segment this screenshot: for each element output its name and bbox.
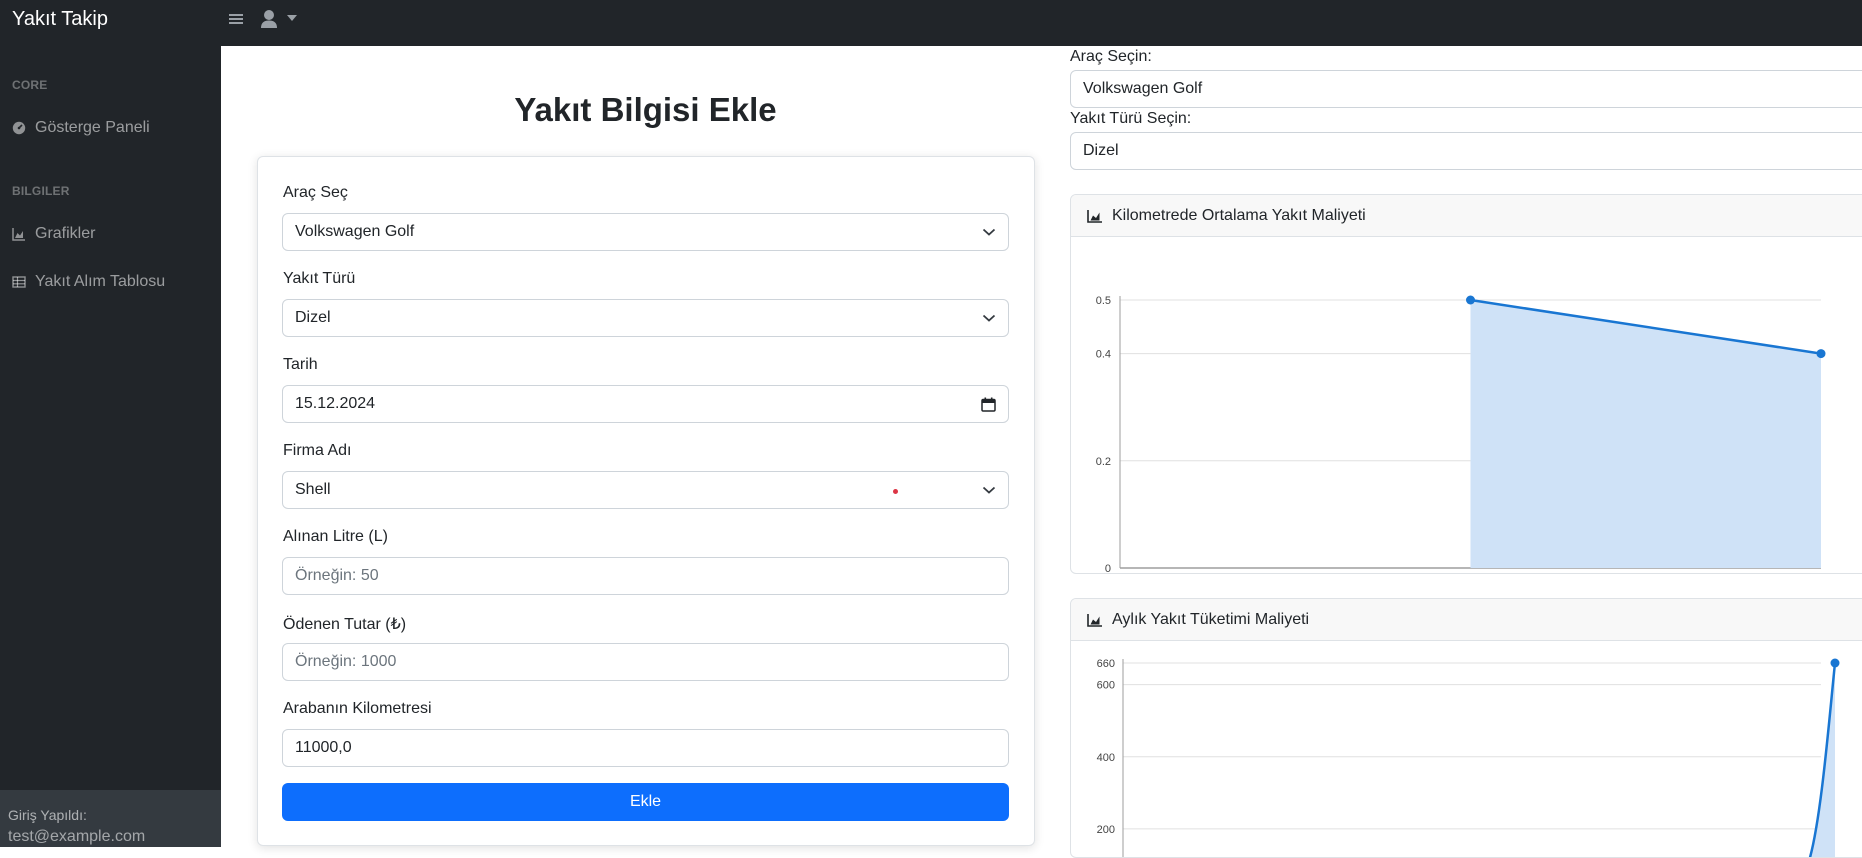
chart-card-km-cost: Kilometrede Ortalama Yakıt Maliyeti 0 0.2… bbox=[1070, 194, 1862, 574]
data-point bbox=[1816, 349, 1826, 359]
sidebar-heading-core: CORE bbox=[12, 78, 48, 92]
monthly-cost-chart: 200 400 600 660 bbox=[1097, 658, 1840, 857]
filter-fuel-type-select[interactable]: Dizel bbox=[1070, 132, 1862, 170]
submit-button[interactable]: Ekle bbox=[282, 783, 1009, 821]
sidebar-item-label: Gösterge Paneli bbox=[35, 119, 150, 136]
bars-icon[interactable] bbox=[228, 11, 244, 27]
amount-input-placeholder: Örneğin: 1000 bbox=[295, 653, 397, 670]
mileage-input-value: 11000,0 bbox=[295, 739, 352, 756]
sidebar-item-dashboard[interactable]: Gösterge Paneli bbox=[12, 116, 150, 140]
logged-in-label: Giriş Yapıldı: bbox=[8, 807, 87, 823]
company-label: Firma Adı bbox=[283, 442, 352, 459]
chart-card-monthly-cost: Aylık Yakıt Tüketimi Maliyeti 200 400 600 6… bbox=[1070, 598, 1862, 858]
y-tick-label: 0.2 bbox=[1096, 456, 1111, 468]
logged-in-user: test@example.com bbox=[8, 828, 146, 845]
company-select-value: Shell bbox=[295, 481, 331, 498]
filter-fuel-type-label: Yakıt Türü Seçin: bbox=[1070, 110, 1192, 127]
chart-header: Aylık Yakıt Tüketimi Maliyeti bbox=[1071, 599, 1862, 641]
top-navbar: Yakıt Takip bbox=[0, 0, 1862, 46]
vehicle-label: Araç Seç bbox=[283, 184, 348, 201]
brand-title[interactable]: Yakıt Takip bbox=[12, 8, 108, 31]
y-tick-label: 400 bbox=[1097, 752, 1115, 764]
mileage-input[interactable]: 11000,0 bbox=[282, 729, 1009, 767]
calendar-icon[interactable] bbox=[981, 397, 996, 412]
caret-down-icon[interactable] bbox=[287, 15, 297, 21]
date-label: Tarih bbox=[283, 356, 318, 373]
fuel-type-label: Yakıt Türü bbox=[283, 270, 356, 287]
sidebar-footer: Giriş Yapıldı: test@example.com bbox=[0, 790, 221, 847]
filter-vehicle-label: Araç Seçin: bbox=[1070, 48, 1152, 65]
vehicle-select-value: Volkswagen Golf bbox=[295, 223, 415, 240]
tachometer-icon bbox=[12, 121, 26, 135]
fuel-type-select[interactable]: Dizel bbox=[282, 299, 1009, 337]
y-tick-label: 200 bbox=[1097, 824, 1115, 836]
company-select[interactable]: Shell bbox=[282, 471, 1009, 509]
chevron-down-icon bbox=[982, 228, 996, 236]
date-input[interactable]: 15.12.2024 bbox=[282, 385, 1009, 423]
chart-title: Aylık Yakıt Tüketimi Maliyeti bbox=[1112, 610, 1310, 628]
y-tick-label: 0.5 bbox=[1096, 295, 1111, 307]
area-chart-icon bbox=[12, 228, 25, 241]
y-tick-label: 660 bbox=[1097, 658, 1115, 670]
chevron-down-icon bbox=[982, 486, 996, 494]
sidebar-item-label: Grafikler bbox=[35, 225, 96, 242]
data-point bbox=[1466, 295, 1475, 305]
sidebar-item-charts[interactable]: Grafikler bbox=[12, 222, 95, 246]
amount-label: Ödenen Tutar (₺) bbox=[283, 616, 407, 633]
sidebar-heading-bilgiler: BILGILER bbox=[12, 184, 70, 198]
fuel-type-select-value: Dizel bbox=[295, 309, 331, 326]
y-tick-label: 600 bbox=[1097, 680, 1115, 692]
sidebar-item-fuel-table[interactable]: Yakıt Alım Tablosu bbox=[12, 270, 165, 294]
area-fill bbox=[1470, 300, 1821, 568]
liters-label: Alınan Litre (L) bbox=[283, 528, 388, 545]
area-chart-icon bbox=[1087, 613, 1102, 627]
chart-header: Kilometrede Ortalama Yakıt Maliyeti bbox=[1071, 195, 1862, 237]
amount-input[interactable]: Örneğin: 1000 bbox=[282, 643, 1009, 681]
data-point bbox=[1830, 658, 1840, 668]
chart-title: Kilometrede Ortalama Yakıt Maliyeti bbox=[1112, 206, 1366, 224]
filter-fuel-type-value: Dizel bbox=[1083, 142, 1119, 159]
chevron-down-icon bbox=[982, 314, 996, 322]
area-chart-icon bbox=[1087, 209, 1102, 223]
filter-vehicle-value: Volkswagen Golf bbox=[1083, 80, 1203, 97]
y-tick-label: 0 bbox=[1105, 563, 1111, 574]
liters-input-placeholder: Örneğin: 50 bbox=[295, 567, 379, 584]
required-indicator bbox=[893, 489, 898, 494]
sidebar: CORE Gösterge Paneli BILGILER Grafikler … bbox=[0, 46, 221, 847]
vehicle-select[interactable]: Volkswagen Golf bbox=[282, 213, 1009, 251]
km-cost-chart: 00.20.40.52024-12-012024-12-082024-12-15 bbox=[1096, 295, 1826, 574]
page-title: Yakıt Bilgisi Ekle bbox=[514, 91, 777, 128]
filter-vehicle-select[interactable]: Volkswagen Golf bbox=[1070, 70, 1862, 108]
user-icon[interactable] bbox=[260, 9, 278, 29]
mileage-label: Arabanın Kilometresi bbox=[283, 700, 432, 717]
table-icon bbox=[12, 276, 26, 288]
fuel-form-card: Araç Seç Volkswagen Golf Yakıt Türü Dize… bbox=[257, 156, 1035, 846]
y-tick-label: 0.4 bbox=[1096, 349, 1111, 361]
liters-input[interactable]: Örneğin: 50 bbox=[282, 557, 1009, 595]
sidebar-item-label: Yakıt Alım Tablosu bbox=[35, 273, 166, 290]
date-input-value: 15.12.2024 bbox=[295, 395, 376, 412]
